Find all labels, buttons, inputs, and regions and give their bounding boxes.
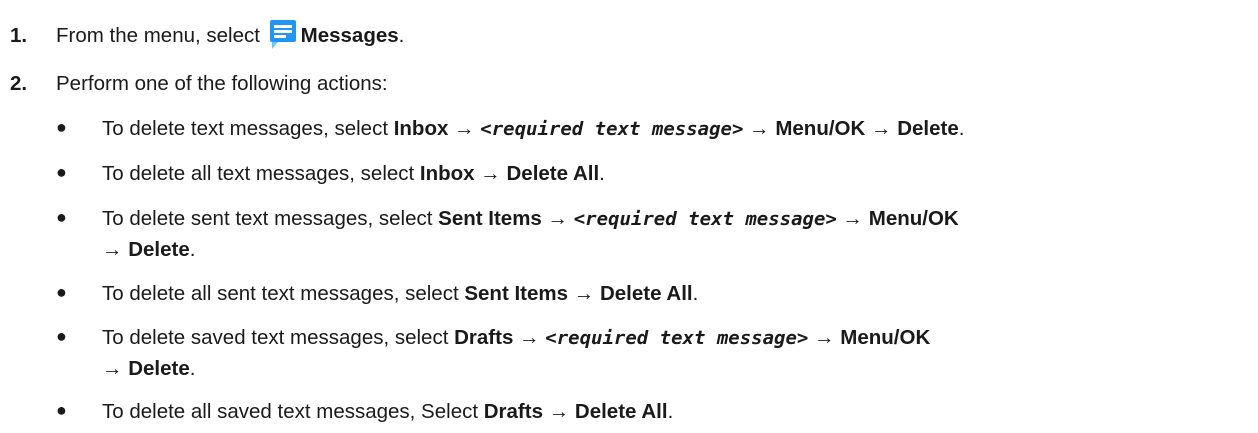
arrow: → <box>547 207 569 230</box>
list-item-end: . <box>667 400 674 423</box>
arrow: → <box>870 117 892 140</box>
bullet-dot: ● <box>56 117 67 137</box>
arrow: → <box>814 326 835 349</box>
arrow: → <box>454 117 475 140</box>
step-text: From the menu, select <box>56 24 260 47</box>
bullet-dot: ● <box>56 207 67 227</box>
menu-path-item: Inbox <box>419 162 475 185</box>
step-number: 1. <box>10 24 28 47</box>
arrow: → <box>842 207 864 230</box>
menu-path-item: Menu/OK <box>868 207 959 230</box>
menu-path-item: Menu/OK <box>775 117 866 140</box>
menu-path-item: Menu/OK <box>840 326 931 349</box>
bullet-dot: ● <box>56 282 67 302</box>
menu-path-item: Drafts <box>483 400 543 423</box>
step-2: 2. Perform one of the following actions: <box>10 72 388 96</box>
step-suffix: . <box>398 24 405 47</box>
menu-path-item: Delete <box>128 357 190 380</box>
list-item-text: To delete all sent text messages, select… <box>102 282 698 306</box>
list-item-end: . <box>189 357 196 380</box>
list-item-intro: To delete saved text messages, select <box>102 326 455 349</box>
arrow: → <box>749 117 770 140</box>
list-item-text-continued: → Delete. <box>102 238 195 262</box>
arrow: → <box>102 238 123 261</box>
placeholder-text: <required text message> <box>545 327 809 349</box>
arrow: → <box>573 282 595 305</box>
list-item-end: . <box>692 282 699 305</box>
messages-icon <box>268 18 298 50</box>
list-item-intro: To delete sent text messages, select <box>102 207 439 230</box>
menu-path-item: Delete <box>128 238 190 261</box>
list-item-text-continued: → Delete. <box>102 357 195 381</box>
arrow: → <box>548 400 570 423</box>
arrow: → <box>519 326 540 349</box>
bullet-dot: ● <box>56 326 67 346</box>
step-text: Perform one of the following actions: <box>56 72 388 95</box>
menu-path-item: Sent Items <box>438 207 542 230</box>
list-item-text: To delete text messages, select Inbox → … <box>102 117 964 141</box>
list-item-intro: To delete all saved text messages, Selec… <box>102 400 484 423</box>
step-1: 1. From the menu, select Messages. <box>10 18 404 50</box>
list-item-text: To delete all text messages, select Inbo… <box>102 162 605 186</box>
list-item-intro: To delete all text messages, select <box>102 162 420 185</box>
placeholder-text: <required text message> <box>480 118 744 140</box>
menu-path-item: Sent Items <box>464 282 569 305</box>
list-item-end: . <box>189 238 196 261</box>
messages-label: Messages <box>300 24 399 47</box>
list-item-end: . <box>599 162 605 185</box>
list-item-text: To delete all saved text messages, Selec… <box>102 400 673 424</box>
list-item-intro: To delete text messages, select <box>102 117 394 140</box>
menu-path-item: Delete All <box>574 400 668 423</box>
step-number: 2. <box>10 72 28 95</box>
list-item-text: To delete saved text messages, select Dr… <box>102 326 930 350</box>
instructions-document: 1. From the menu, select Messages. 2. Perf… <box>0 0 1258 433</box>
menu-path-item: Delete All <box>506 162 600 185</box>
list-item-intro: To delete all sent text messages, select <box>102 282 465 305</box>
arrow: → <box>480 162 501 185</box>
menu-path-item: Drafts <box>454 326 514 349</box>
arrow: → <box>102 357 123 380</box>
list-item-end: . <box>958 117 965 140</box>
bullet-dot: ● <box>56 400 67 420</box>
bullet-dot: ● <box>56 162 67 182</box>
placeholder-text: <required text message> <box>573 208 837 230</box>
menu-path-item: Inbox <box>393 117 449 140</box>
list-item-text: To delete sent text messages, select Sen… <box>102 207 959 231</box>
menu-path-item: Delete All <box>599 282 693 305</box>
menu-path-item: Delete <box>897 117 959 140</box>
